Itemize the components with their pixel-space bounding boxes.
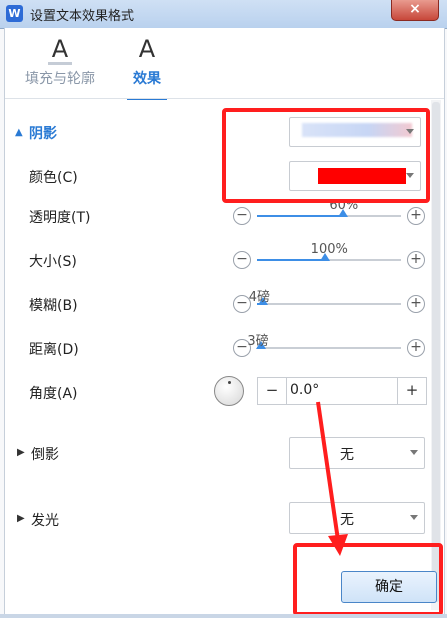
annotation-arrow-icon bbox=[316, 401, 348, 556]
window-bottom-edge bbox=[0, 614, 447, 618]
